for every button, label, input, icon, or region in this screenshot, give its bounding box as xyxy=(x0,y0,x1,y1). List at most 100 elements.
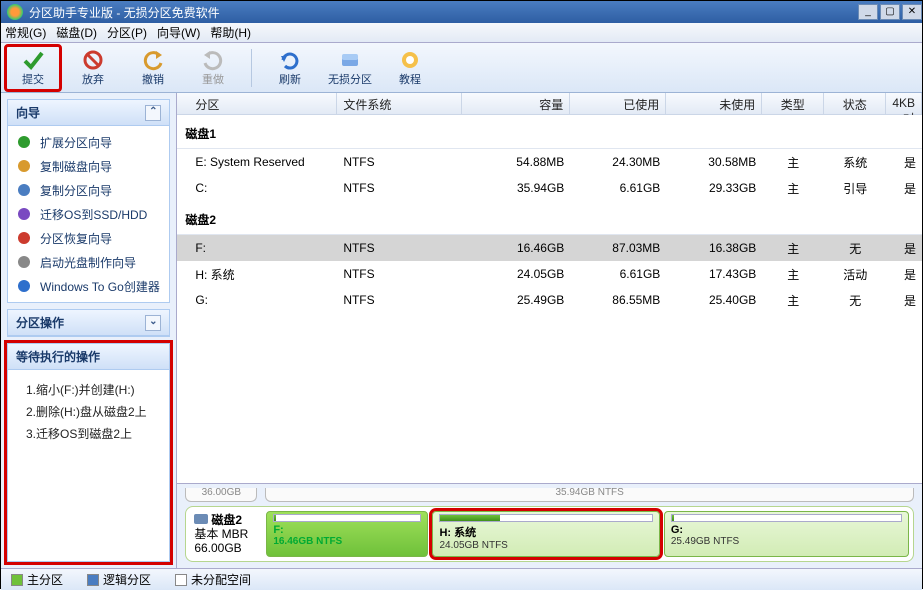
legend-logical-partition: 逻辑分区 xyxy=(87,571,151,588)
pending-operation-item[interactable]: 3.迁移OS到磁盘2上 xyxy=(18,422,159,444)
pending-operation-item[interactable]: 1.缩小(F:)并创建(H:) xyxy=(18,378,159,400)
wizard-item-label: 启动光盘制作向导 xyxy=(40,254,136,271)
wizards-list: 扩展分区向导复制磁盘向导复制分区向导迁移OS到SSD/HDD 分区恢复向导启动光盘… xyxy=(8,126,169,302)
cell-partition: E: System Reserved xyxy=(177,155,337,169)
wizard-item-label: 分区恢复向导 xyxy=(40,230,112,247)
drive-icon xyxy=(339,49,361,71)
wizards-panel-header[interactable]: 向导 ⌃ xyxy=(8,100,169,126)
cell-capacity: 24.05GB xyxy=(462,267,570,281)
cell-align: 是 xyxy=(886,292,922,309)
menu-wizard[interactable]: 向导(W) xyxy=(157,24,200,41)
wizard-item[interactable]: Windows To Go创建器 xyxy=(8,274,169,298)
menu-partition[interactable]: 分区(P) xyxy=(107,24,147,41)
disk-segment[interactable]: H: 系统24.05GB NTFS xyxy=(432,511,659,557)
wizard-icon xyxy=(16,230,32,246)
app-icon xyxy=(7,4,23,20)
legend-main-partition: 主分区 xyxy=(11,571,63,588)
cell-free: 16.38GB xyxy=(666,241,762,255)
toolbar-separator xyxy=(251,49,252,87)
submit-button[interactable]: 提交 xyxy=(5,45,61,91)
redo-button[interactable]: 重做 xyxy=(185,45,241,91)
refresh-button[interactable]: 刷新 xyxy=(262,45,318,91)
segment-label: G: xyxy=(671,524,902,536)
partition-ops-header[interactable]: 分区操作 ⌄ xyxy=(8,310,169,336)
cell-filesystem: NTFS xyxy=(337,155,462,169)
wizards-panel: 向导 ⌃ 扩展分区向导复制磁盘向导复制分区向导迁移OS到SSD/HDD 分区恢复向… xyxy=(7,99,170,303)
toolbar: 提交 放弃 撤销 重做 刷新 无损分区 教程 xyxy=(1,43,922,93)
window-controls: _ ▢ ✕ xyxy=(858,4,922,20)
cell-status: 无 xyxy=(824,292,886,309)
cell-filesystem: NTFS xyxy=(337,241,462,255)
disk-segment[interactable]: F:16.46GB NTFS xyxy=(266,511,428,557)
col-4k-align[interactable]: 4KB对齐 xyxy=(886,93,922,114)
disk-segment[interactable]: G:25.49GB NTFS xyxy=(664,511,909,557)
col-capacity[interactable]: 容量 xyxy=(462,93,570,114)
wizard-item[interactable]: 启动光盘制作向导 xyxy=(8,250,169,274)
cell-filesystem: NTFS xyxy=(337,293,462,307)
segment-label: F: xyxy=(273,524,421,536)
pending-operations-header[interactable]: 等待执行的操作 xyxy=(8,344,169,370)
cell-align: 是 xyxy=(886,266,922,283)
disk-header[interactable]: 磁盘1 xyxy=(177,115,922,149)
partition-row[interactable]: F:NTFS16.46GB87.03MB16.38GB主无是 xyxy=(177,235,922,261)
chevron-down-icon[interactable]: ⌄ xyxy=(145,315,161,331)
wizard-icon xyxy=(16,254,32,270)
usage-bar xyxy=(439,514,652,522)
cell-type: 主 xyxy=(762,180,824,197)
wizard-item[interactable]: 复制分区向导 xyxy=(8,178,169,202)
wizard-item[interactable]: 分区恢复向导 xyxy=(8,226,169,250)
check-icon xyxy=(22,49,44,71)
pending-operations-list: 1.缩小(F:)并创建(H:)2.删除(H:)盘从磁盘2上3.迁移OS到磁盘2上 xyxy=(8,370,169,452)
maximize-button[interactable]: ▢ xyxy=(880,4,900,20)
partition-row[interactable]: H: 系统NTFS24.05GB6.61GB17.43GB主活动是 xyxy=(177,261,922,287)
tutorial-icon xyxy=(399,49,421,71)
partition-row[interactable]: C:NTFS35.94GB6.61GB29.33GB主引导是 xyxy=(177,175,922,201)
col-used[interactable]: 已使用 xyxy=(570,93,666,114)
col-status[interactable]: 状态 xyxy=(824,93,886,114)
wizard-item-label: Windows To Go创建器 xyxy=(40,278,160,295)
close-button[interactable]: ✕ xyxy=(902,4,922,20)
menu-disk[interactable]: 磁盘(D) xyxy=(56,24,97,41)
cell-free: 17.43GB xyxy=(666,267,762,281)
col-filesystem[interactable]: 文件系统 xyxy=(337,93,462,114)
swatch-main xyxy=(11,574,23,586)
partition-row[interactable]: G:NTFS25.49GB86.55MB25.40GB主无是 xyxy=(177,287,922,313)
col-type[interactable]: 类型 xyxy=(762,93,824,114)
undo-button[interactable]: 撤销 xyxy=(125,45,181,91)
cell-status: 引导 xyxy=(824,180,886,197)
cell-filesystem: NTFS xyxy=(337,181,462,195)
cell-capacity: 35.94GB xyxy=(462,181,570,195)
redo-icon xyxy=(202,49,224,71)
cell-type: 主 xyxy=(762,154,824,171)
disk1-map-truncated: 36.00GB 35.94GB NTFS xyxy=(185,488,914,502)
tutorial-button[interactable]: 教程 xyxy=(382,45,438,91)
col-partition[interactable]: 分区 xyxy=(177,93,337,114)
partition-row[interactable]: E: System ReservedNTFS54.88MB24.30MB30.5… xyxy=(177,149,922,175)
cell-type: 主 xyxy=(762,292,824,309)
cell-partition: H: 系统 xyxy=(177,266,337,283)
disk2-info[interactable]: 磁盘2 基本 MBR 66.00GB xyxy=(190,511,262,557)
partition-table-header: 分区 文件系统 容量 已使用 未使用 类型 状态 4KB对齐 xyxy=(177,93,922,115)
cell-used: 86.55MB xyxy=(570,293,666,307)
nondestructive-partition-button[interactable]: 无损分区 xyxy=(322,45,378,91)
cell-partition: C: xyxy=(177,181,337,195)
disk1-seg-stub: 35.94GB NTFS xyxy=(265,488,914,502)
menu-help[interactable]: 帮助(H) xyxy=(210,24,251,41)
discard-button[interactable]: 放弃 xyxy=(65,45,121,91)
col-free[interactable]: 未使用 xyxy=(666,93,762,114)
menubar: 常规(G) 磁盘(D) 分区(P) 向导(W) 帮助(H) xyxy=(1,23,922,43)
wizard-item[interactable]: 复制磁盘向导 xyxy=(8,154,169,178)
segment-sublabel: 25.49GB NTFS xyxy=(671,536,902,547)
cell-status: 活动 xyxy=(824,266,886,283)
minimize-button[interactable]: _ xyxy=(858,4,878,20)
disk-header[interactable]: 磁盘2 xyxy=(177,201,922,235)
wizard-item[interactable]: 扩展分区向导 xyxy=(8,130,169,154)
cell-capacity: 16.46GB xyxy=(462,241,570,255)
usage-bar xyxy=(273,514,421,522)
pending-operation-item[interactable]: 2.删除(H:)盘从磁盘2上 xyxy=(18,400,159,422)
pending-operations-panel: 等待执行的操作 1.缩小(F:)并创建(H:)2.删除(H:)盘从磁盘2上3.迁… xyxy=(7,343,170,562)
usage-bar xyxy=(671,514,902,522)
wizard-item[interactable]: 迁移OS到SSD/HDD xyxy=(8,202,169,226)
menu-general[interactable]: 常规(G) xyxy=(5,24,46,41)
chevron-up-icon[interactable]: ⌃ xyxy=(145,105,161,121)
